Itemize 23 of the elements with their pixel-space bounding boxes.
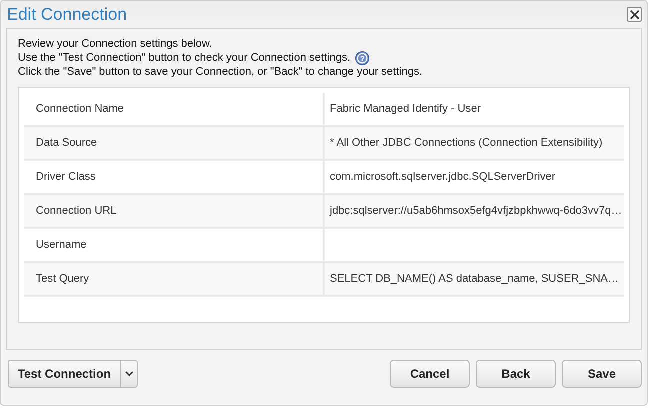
instruction-text: Use the "Test Connection" button to check your Connection settings. — [18, 52, 350, 65]
instruction-text: Review your Connection settings below. — [18, 38, 212, 51]
value-cell: jdbc:sqlserver://u5ab6hmsox5efg4vfjzbpkhwwq-6do3vv7q… — [325, 195, 624, 227]
value-cell: SELECT DB_NAME() AS database_name, SUSER_SNA… — [325, 263, 624, 295]
label-cell: Driver Class — [24, 161, 325, 193]
label-cell: Test Query — [24, 263, 325, 295]
instruction-text: Click the "Save" button to save your Connection, or "Back" to change your settings. — [18, 66, 423, 79]
window-title: Edit Connection — [7, 4, 128, 24]
label-cell: Connection Name — [24, 93, 325, 125]
label-cell: Username — [24, 229, 325, 261]
dialog-button[interactable]: Back — [476, 360, 556, 388]
value-cell-text: Fabric Managed Identify - User — [329, 102, 482, 117]
dialog-button[interactable]: Save — [562, 360, 642, 388]
label-cell: Data Source — [24, 127, 325, 159]
label-cell: Connection URL — [24, 195, 325, 227]
caret-icon — [124, 371, 134, 377]
test-connection-button[interactable]: Test Connection — [8, 360, 121, 388]
value-cell-text: com.microsoft.sqlserver.jdbc.SQLServerDriver — [329, 170, 557, 185]
close-icon — [630, 10, 640, 20]
dropdown-button[interactable] — [121, 360, 138, 388]
dialog-button[interactable]: Cancel — [390, 360, 470, 388]
value-cell: * All Other JDBC Connections (Connection Extensibility) — [325, 127, 624, 159]
close-button[interactable] — [627, 7, 642, 22]
